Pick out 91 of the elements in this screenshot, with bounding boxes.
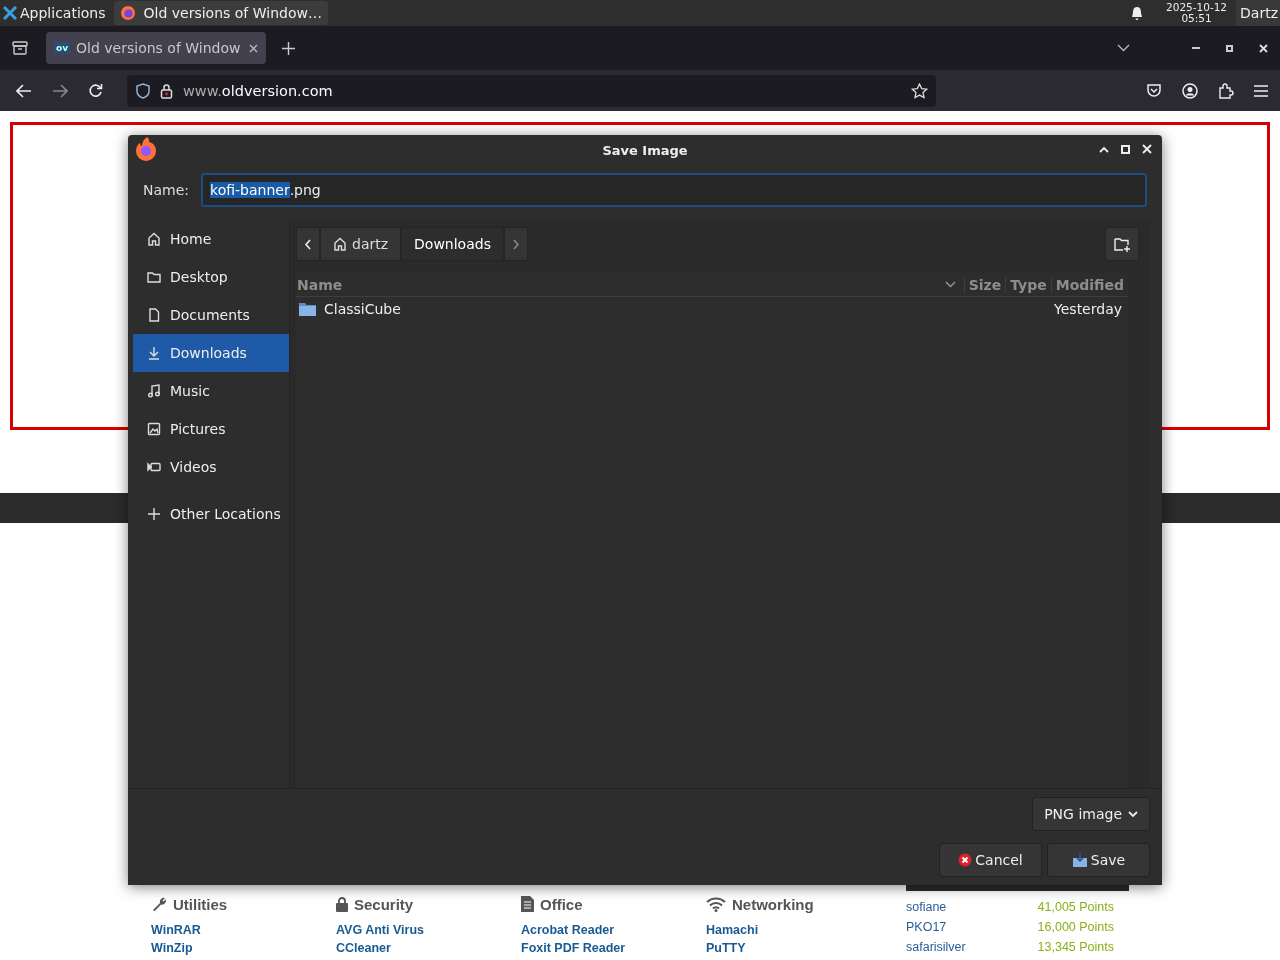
- contributor-link[interactable]: sofiane: [906, 897, 947, 917]
- points-value: 41,005 Points: [1037, 899, 1114, 916]
- maximize-icon[interactable]: [1226, 44, 1233, 52]
- new-tab-icon[interactable]: [282, 41, 295, 55]
- bell-icon[interactable]: [1130, 5, 1144, 21]
- home-icon: [333, 237, 347, 251]
- column-header[interactable]: Type: [1005, 276, 1051, 293]
- puzzle-piece-icon[interactable]: [1218, 82, 1234, 99]
- software-link[interactable]: Acrobat Reader: [521, 921, 706, 939]
- sidebar-place[interactable]: Pictures: [133, 410, 289, 448]
- taskbar-window-button[interactable]: Old versions of Window…: [113, 1, 328, 25]
- folder-icon: [147, 270, 161, 284]
- close-icon[interactable]: [249, 43, 258, 53]
- account-icon[interactable]: [1182, 82, 1198, 99]
- shield-icon: [136, 82, 150, 99]
- software-link[interactable]: WinRAR: [151, 921, 336, 939]
- close-icon[interactable]: [1259, 43, 1268, 53]
- wrench-icon: [151, 896, 167, 912]
- sidebar-place[interactable]: Downloads: [133, 334, 289, 372]
- firefox-icon: [119, 5, 136, 21]
- software-link[interactable]: WinZip: [151, 939, 336, 957]
- sidebar-place[interactable]: Other Locations: [133, 495, 289, 533]
- points-value: 13,345 Points: [1037, 939, 1114, 956]
- x-logo-icon: [3, 6, 17, 20]
- modified-date: Yesterday: [1054, 301, 1122, 317]
- new-folder-icon: [1113, 236, 1131, 252]
- file-name[interactable]: ClassiCube: [324, 301, 401, 317]
- points-value: 16,000 Points: [1037, 919, 1114, 936]
- download-icon: [147, 346, 161, 360]
- software-link[interactable]: PuTTY: [706, 939, 891, 957]
- video-camera-icon: [147, 460, 161, 474]
- sidebar-place[interactable]: Music: [133, 372, 289, 410]
- contributor-link[interactable]: PKO17: [906, 917, 947, 937]
- new-folder-button[interactable]: [1105, 227, 1139, 261]
- tab-title: Old versions of Window: [76, 40, 242, 56]
- firefox-icon: [135, 136, 157, 162]
- download-tray-icon: [1071, 853, 1088, 867]
- sidebar-place[interactable]: Home: [133, 220, 289, 258]
- column-header[interactable]: Name: [296, 276, 945, 293]
- name-label: Name:: [143, 182, 190, 198]
- back-arrow-icon[interactable]: [16, 83, 32, 98]
- reload-icon[interactable]: [88, 83, 103, 98]
- category-heading: Networking: [732, 895, 814, 913]
- chevron-right-icon: [511, 238, 520, 250]
- image-icon: [147, 422, 161, 436]
- category-heading: Utilities: [173, 895, 228, 913]
- document-icon: [521, 896, 534, 912]
- software-link[interactable]: Foxit PDF Reader: [521, 939, 706, 957]
- music-note-icon: [147, 384, 161, 398]
- column-header[interactable]: Size: [963, 276, 1006, 293]
- path-back-button[interactable]: [296, 227, 320, 261]
- save-button[interactable]: Save: [1047, 843, 1150, 877]
- browser-tab[interactable]: ov Old versions of Window: [46, 32, 266, 64]
- star-icon[interactable]: [911, 82, 928, 99]
- site-favicon: ov: [54, 42, 71, 54]
- padlock-icon: [336, 896, 348, 912]
- dialog-title: Save Image: [602, 142, 688, 158]
- padlock-icon: [160, 82, 173, 99]
- column-header[interactable]: Modified: [1050, 276, 1128, 293]
- software-link[interactable]: Hamachi: [706, 921, 891, 939]
- folder-icon: [299, 302, 316, 316]
- applications-menu[interactable]: Applications: [0, 0, 114, 26]
- sidebar-place[interactable]: Desktop: [133, 258, 289, 296]
- sidebar-place[interactable]: Videos: [133, 448, 289, 486]
- software-link[interactable]: CCleaner: [336, 939, 521, 957]
- path-button[interactable]: Downloads: [401, 227, 504, 261]
- chevron-down-icon[interactable]: [1117, 44, 1130, 52]
- path-button[interactable]: dartz: [320, 227, 402, 261]
- chevron-left-icon: [304, 238, 312, 250]
- tab-overview-icon[interactable]: [12, 41, 28, 55]
- chevron-down-icon: [1128, 810, 1138, 818]
- document-icon: [147, 308, 161, 322]
- category-heading: Security: [354, 895, 414, 913]
- chevron-down-icon[interactable]: [944, 281, 956, 288]
- chevron-up-icon[interactable]: [1099, 145, 1109, 153]
- sidebar-place[interactable]: Documents: [133, 296, 289, 334]
- address-bar[interactable]: www.oldversion.com: [127, 74, 936, 107]
- category-heading: Office: [540, 895, 583, 913]
- wifi-icon: [706, 896, 726, 912]
- plus-icon: [147, 507, 161, 521]
- forward-arrow-icon[interactable]: [52, 83, 68, 98]
- cancel-icon: [958, 853, 973, 867]
- software-link[interactable]: AVG Anti Virus: [336, 921, 521, 939]
- menu-icon[interactable]: [1254, 84, 1268, 97]
- user-name[interactable]: Dartz: [1236, 0, 1280, 26]
- pocket-icon[interactable]: [1146, 83, 1162, 98]
- contributor-link[interactable]: safarisilver: [906, 937, 966, 957]
- home-icon: [147, 232, 161, 246]
- cancel-button[interactable]: Cancel: [939, 843, 1042, 877]
- clock[interactable]: 2025-10-12 05:51: [1166, 2, 1228, 24]
- file-type-dropdown[interactable]: PNG image: [1032, 797, 1150, 831]
